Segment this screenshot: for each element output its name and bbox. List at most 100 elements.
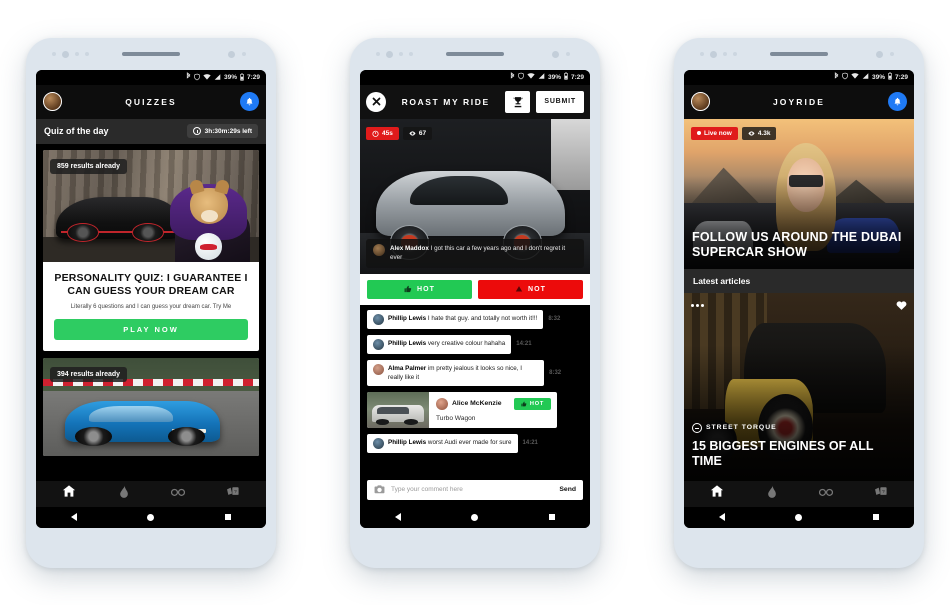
android-navigation-bar[interactable]	[36, 506, 266, 528]
owner-comment: Alex Maddox I got this car a few years a…	[366, 239, 584, 268]
sensor-dot	[242, 52, 246, 56]
wifi-icon	[203, 73, 211, 81]
notification-bell-icon[interactable]	[888, 92, 907, 111]
nav-binoculars-icon[interactable]	[819, 484, 834, 503]
car-wheel	[168, 427, 205, 446]
quiz-card[interactable]: SG16 KSJ 394 results already	[43, 357, 259, 456]
composer-field-row[interactable]: Type your comment here Send	[367, 479, 583, 500]
thumbs-down-icon	[515, 286, 523, 292]
owner-comment-text: Alex Maddox I got this car a few years a…	[390, 244, 577, 262]
wifi-icon	[527, 72, 535, 82]
android-back-button[interactable]	[395, 513, 402, 521]
sensor-dot	[723, 52, 727, 56]
user-avatar[interactable]	[43, 92, 62, 111]
android-navigation-bar[interactable]	[684, 506, 914, 528]
nav-binoculars-icon[interactable]	[171, 484, 186, 503]
app-header-joyride: JOYRIDE	[684, 84, 914, 119]
sensor-dot	[890, 52, 894, 56]
message-text: Phillip Lewis very creative colour hahah…	[388, 339, 505, 348]
joyride-feed[interactable]: Live now 4.3k FOLLOW US AROUND THE DUBAI…	[684, 118, 914, 481]
phone1-front-sensors	[52, 50, 89, 58]
countdown-badge: 45s	[366, 126, 399, 140]
comment-thread[interactable]: Phillip Lewis I hate that guy. and total…	[360, 304, 590, 475]
countdown-value: 45s	[382, 129, 393, 137]
not-button[interactable]: NOT	[478, 279, 583, 299]
hot-button[interactable]: HOT	[367, 279, 472, 299]
comment-composer[interactable]: Type your comment here Send	[360, 474, 590, 507]
page-title: ROAST MY RIDE	[401, 96, 490, 107]
front-camera-icon	[710, 50, 717, 58]
nav-flame-icon[interactable]	[765, 484, 779, 503]
quiz-card[interactable]: 859 results already PERSONALITY QUIZ: I …	[43, 149, 259, 351]
android-recents-button[interactable]	[224, 514, 231, 520]
trophy-icon[interactable]	[505, 90, 531, 113]
play-now-button[interactable]: PLAY NOW	[54, 318, 248, 340]
message-bubble: Phillip Lewis worst Audi ever made for s…	[367, 433, 518, 453]
roast-photo-area[interactable]: 45s 67 Alex Maddox I got this car a few …	[360, 118, 590, 274]
shield-icon	[842, 72, 848, 82]
article-card[interactable]: STREET TORQUE 15 BIGGEST ENGINES OF ALL …	[684, 292, 914, 481]
sensor-dot	[85, 52, 89, 56]
android-home-button[interactable]	[795, 513, 803, 521]
bottom-navigation[interactable]: ?	[36, 480, 266, 507]
live-now-label: Live now	[704, 129, 732, 137]
nav-home-icon[interactable]	[710, 484, 724, 503]
viewer-count-badge: 4.3k	[741, 126, 777, 140]
sensor-dot	[409, 52, 413, 56]
message-timestamp: 8:32	[549, 369, 562, 376]
phone3-screen: 39% 7:29 JOYRIDE Live now 4.3k FOLLOW US…	[684, 69, 914, 528]
nav-home-icon[interactable]	[62, 484, 76, 503]
shared-ride-card[interactable]: Alice McKenzie HOT Turbo Wagon	[367, 391, 558, 428]
svg-text:?: ?	[234, 489, 237, 495]
send-button[interactable]: Send	[559, 486, 576, 493]
more-options-icon[interactable]	[691, 303, 704, 307]
battery-icon	[563, 72, 568, 82]
android-recents-button[interactable]	[872, 514, 879, 520]
android-back-button[interactable]	[71, 513, 78, 521]
android-home-button[interactable]	[147, 513, 155, 521]
sensor-dot	[700, 52, 704, 56]
wifi-icon	[851, 72, 859, 82]
status-bar: 39% 7:29	[360, 69, 590, 85]
status-bar-clock: 7:29	[246, 73, 260, 81]
android-home-button[interactable]	[471, 513, 479, 521]
battery-icon	[239, 73, 244, 81]
notification-bell-icon[interactable]	[240, 92, 259, 111]
camera-icon[interactable]	[374, 484, 385, 495]
android-navigation-bar[interactable]	[360, 506, 590, 528]
message-body: I hate that guy. and totally not worth i…	[427, 314, 538, 322]
bottom-navigation[interactable]: ?	[684, 480, 914, 507]
hero-live-card[interactable]: Live now 4.3k FOLLOW US AROUND THE DUBAI…	[684, 118, 914, 269]
quiz-of-the-day-bar: Quiz of the day 3h:30m:29s left	[36, 118, 266, 144]
user-avatar[interactable]	[691, 92, 710, 111]
eye-icon	[748, 130, 755, 136]
vote-buttons[interactable]: HOT NOT	[360, 273, 590, 305]
signal-icon	[538, 72, 545, 82]
app-header-roast: ROAST MY RIDE SUBMIT	[360, 84, 590, 119]
quiz-feed[interactable]: 859 results already PERSONALITY QUIZ: I …	[36, 143, 266, 481]
close-icon[interactable]	[366, 91, 386, 112]
nav-flame-icon[interactable]	[117, 484, 131, 503]
views-badge: 67	[402, 126, 433, 140]
ride-card-body: Alice McKenzie HOT Turbo Wagon	[429, 392, 557, 428]
not-label: NOT	[527, 285, 547, 293]
article-headline: 15 BIGGEST ENGINES OF ALL TIME	[692, 438, 874, 468]
results-badge: 394 results already	[50, 366, 128, 382]
message-body: worst Audi ever made for sure	[427, 438, 512, 446]
heart-icon[interactable]	[896, 300, 907, 311]
sensor-dot	[52, 52, 56, 56]
avatar	[373, 338, 384, 350]
nav-quiz-cards-icon[interactable]: ?	[874, 484, 888, 503]
article-card-top-actions[interactable]	[691, 300, 907, 311]
ride-card-image	[367, 391, 429, 428]
sensor-dot	[399, 52, 403, 56]
avatar	[373, 244, 385, 257]
nav-quiz-cards-icon[interactable]: ?	[226, 484, 240, 503]
comment-input[interactable]: Type your comment here	[391, 486, 553, 493]
android-back-button[interactable]	[719, 513, 726, 521]
hero-badges: Live now 4.3k	[691, 126, 777, 140]
message-text: Alma Palmer im pretty jealous it looks s…	[388, 364, 538, 382]
android-recents-button[interactable]	[548, 514, 555, 520]
submit-button[interactable]: SUBMIT	[536, 90, 584, 113]
bluetooth-icon	[186, 72, 191, 82]
